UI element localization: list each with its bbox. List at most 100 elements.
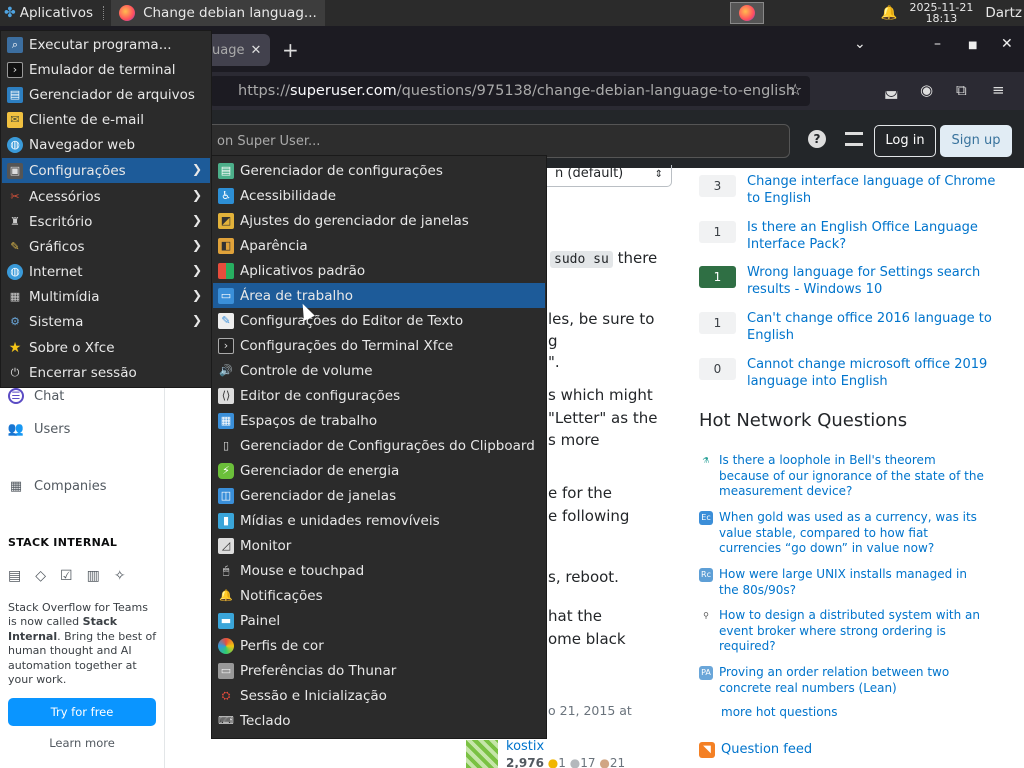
user-menu[interactable]: Dartz — [985, 5, 1022, 21]
answer-sort-select[interactable]: n (default) ⇕ — [540, 165, 672, 187]
menu-item-web-browser[interactable]: ◍ Navegador web — [2, 132, 210, 157]
submenu-item-workspaces[interactable]: ▦ Espaços de trabalho — [213, 408, 545, 433]
user-avatar[interactable] — [466, 740, 498, 768]
ai-spark-icon: ✧ — [113, 568, 126, 584]
hnq-item[interactable]: Ec When gold was used as a currency, was… — [699, 510, 999, 557]
menu-item-mail-client[interactable]: ✉ Cliente de e-mail — [2, 107, 210, 132]
hnq-item[interactable]: PA Proving an order relation between two… — [699, 665, 999, 696]
submenu-item-keyboard[interactable]: ⌨ Teclado — [213, 708, 545, 733]
tab-list-chevron-icon[interactable]: ⌄ — [854, 36, 866, 52]
signup-button[interactable]: Sign up — [940, 125, 1012, 157]
applications-menu-button[interactable]: ✤ Aplicativos — [0, 0, 99, 26]
menu-item-graphics[interactable]: ✎ Gráficos ❯ — [2, 234, 210, 259]
submenu-item-notifications[interactable]: 🔔 Notificações — [213, 583, 545, 608]
hnq-link[interactable]: Is there a loophole in Bell's theorem be… — [719, 453, 989, 500]
menu-item-run-program[interactable]: ⌕ Executar programa... — [2, 32, 210, 57]
hnq-item[interactable]: ⚗ Is there a loophole in Bell's theorem … — [699, 453, 999, 500]
related-question[interactable]: 0 Cannot change microsoft office 2019 la… — [699, 356, 1009, 390]
menu-item-accessories[interactable]: ✂ Acessórios ❯ — [2, 184, 210, 209]
minimize-icon[interactable]: – — [934, 36, 941, 52]
nav-users[interactable]: 👥 Users — [8, 421, 71, 437]
hnq-item[interactable]: ⚲ How to design a distributed system wit… — [699, 608, 999, 655]
menu-item-settings[interactable]: ▣ Configurações ❯ — [2, 158, 210, 183]
menu-item-system[interactable]: ⚙ Sistema ❯ — [2, 309, 210, 334]
submenu-item-accessibility[interactable]: ♿ Acessibilidade — [213, 183, 545, 208]
window-manager-icon: ◫ — [218, 487, 234, 504]
submenu-item-removable-media[interactable]: ▮ Mídias e unidades removíveis — [213, 508, 545, 533]
related-link[interactable]: Cannot change microsoft office 2019 lang… — [747, 356, 997, 390]
taskbar-item-firefox[interactable]: Change debian languag... — [111, 0, 325, 26]
related-question[interactable]: 1 Wrong language for Settings search res… — [699, 264, 1009, 298]
help-icon[interactable]: ? — [808, 130, 826, 148]
related-score-accepted: 1 — [699, 266, 736, 288]
submenu-item-clipboard[interactable]: ▯ Gerenciador de Configurações do Clipboa… — [213, 433, 545, 458]
related-link[interactable]: Change interface language of Chrome to E… — [747, 173, 997, 207]
hnq-link[interactable]: When gold was used as a currency, was it… — [719, 510, 989, 557]
submenu-item-thunar[interactable]: ▭ Preferências do Thunar — [213, 658, 545, 683]
related-question[interactable]: 3 Change interface language of Chrome to… — [699, 173, 1009, 207]
chevron-right-icon: ❯ — [191, 213, 202, 227]
learn-more-link[interactable]: Learn more — [0, 736, 164, 750]
submenu-item-mouse[interactable]: 🖱 Mouse e touchpad — [213, 558, 545, 583]
maximize-icon[interactable]: ■ — [968, 40, 977, 51]
url-bar[interactable]: https://superuser.com/questions/975138/c… — [210, 76, 810, 106]
related-link[interactable]: Can't change office 2016 language to Eng… — [747, 310, 997, 344]
site-switcher-icon[interactable] — [845, 132, 863, 146]
submenu-item-monitor[interactable]: ◿ Monitor — [213, 533, 545, 558]
account-icon[interactable]: ◉ — [920, 81, 933, 99]
extensions-icon[interactable]: ⧉ — [956, 81, 967, 99]
menu-item-label: Gerenciador de energia — [240, 462, 400, 479]
tab-close-icon[interactable]: ✕ — [250, 43, 261, 58]
menu-item-terminal[interactable]: › Emulador de terminal — [2, 57, 210, 82]
site-search-input[interactable]: on Super User... — [200, 124, 790, 158]
hnq-link[interactable]: How were large UNIX installs managed in … — [719, 567, 989, 598]
submenu-item-appearance[interactable]: ◧ Aparência — [213, 233, 545, 258]
submenu-item-volume[interactable]: 🔊 Controle de volume — [213, 358, 545, 383]
question-feed-link[interactable]: ◥ Question feed — [699, 742, 812, 758]
menu-item-label: Sistema — [29, 313, 84, 330]
menu-item-logout[interactable]: ⏻ Encerrar sessão — [2, 360, 210, 385]
more-hot-questions-link[interactable]: more hot questions — [721, 705, 837, 719]
submenu-item-settings-manager[interactable]: ▤ Gerenciador de configurações — [213, 158, 545, 183]
submenu-item-window-manager[interactable]: ◫ Gerenciador de janelas — [213, 483, 545, 508]
inline-code: sudo su — [550, 251, 613, 268]
submenu-item-wm-tweaks[interactable]: ◩ Ajustes do gerenciador de janelas — [213, 208, 545, 233]
submenu-item-desktop[interactable]: ▭ Área de trabalho — [213, 283, 545, 308]
submenu-item-panel[interactable]: ▬ Painel — [213, 608, 545, 633]
bronze-badge-icon: ● — [599, 756, 610, 768]
related-question[interactable]: 1 Can't change office 2016 language to E… — [699, 310, 1009, 344]
submenu-item-power[interactable]: ⚡ Gerenciador de energia — [213, 458, 545, 483]
submenu-item-config-editor[interactable]: ⟨⟩ Editor de configurações — [213, 383, 545, 408]
menu-item-internet[interactable]: ◍ Internet ❯ — [2, 259, 210, 284]
submenu-item-color-profiles[interactable]: Perfis de cor — [213, 633, 545, 658]
pocket-icon[interactable]: ◛ — [884, 81, 899, 99]
related-link[interactable]: Is there an English Office Language Inte… — [747, 219, 997, 253]
bookmark-star-icon[interactable]: ☆ — [788, 80, 802, 99]
user-name-link[interactable]: kostix — [506, 739, 544, 754]
notification-bell-icon[interactable]: 🔔 — [881, 5, 898, 21]
settings-submenu: ▤ Gerenciador de configurações ♿ Acessibil… — [211, 155, 547, 739]
nav-companies[interactable]: ▦ Companies — [8, 478, 107, 494]
clock[interactable]: 2025-11-21 18:13 — [909, 2, 973, 24]
submenu-item-default-apps[interactable]: Aplicativos padrão — [213, 258, 545, 283]
login-button[interactable]: Log in — [874, 125, 936, 157]
hnq-link[interactable]: Proving an order relation between two co… — [719, 665, 989, 696]
try-for-free-button[interactable]: Try for free — [8, 698, 156, 726]
submenu-item-session[interactable]: ⛭ Sessão e Inicialização — [213, 683, 545, 708]
menu-item-file-manager[interactable]: ▤ Gerenciador de arquivos — [2, 82, 210, 107]
nav-chat[interactable]: ☰ Chat — [8, 388, 64, 404]
answer-text-line: hat the — [548, 607, 602, 625]
submenu-item-terminal-settings[interactable]: › Configurações do Terminal Xfce — [213, 333, 545, 358]
hnq-link[interactable]: How to design a distributed system with … — [719, 608, 989, 655]
related-question[interactable]: 1 Is there an English Office Language In… — [699, 219, 1009, 253]
menu-item-multimedia[interactable]: ▦ Multimídia ❯ — [2, 284, 210, 309]
menu-item-office[interactable]: ♜ Escritório ❯ — [2, 209, 210, 234]
firefox-launcher[interactable] — [730, 2, 764, 24]
close-window-icon[interactable]: ✕ — [1001, 36, 1013, 52]
menu-item-about-xfce[interactable]: ★ Sobre o Xfce — [2, 335, 210, 360]
related-link[interactable]: Wrong language for Settings search resul… — [747, 264, 997, 298]
new-tab-icon[interactable]: + — [282, 38, 299, 62]
hamburger-menu-icon[interactable]: ≡ — [992, 81, 1005, 99]
hnq-item[interactable]: Rc How were large UNIX installs managed … — [699, 567, 999, 598]
submenu-item-text-editor[interactable]: ✎ Configurações do Editor de Texto — [213, 308, 545, 333]
